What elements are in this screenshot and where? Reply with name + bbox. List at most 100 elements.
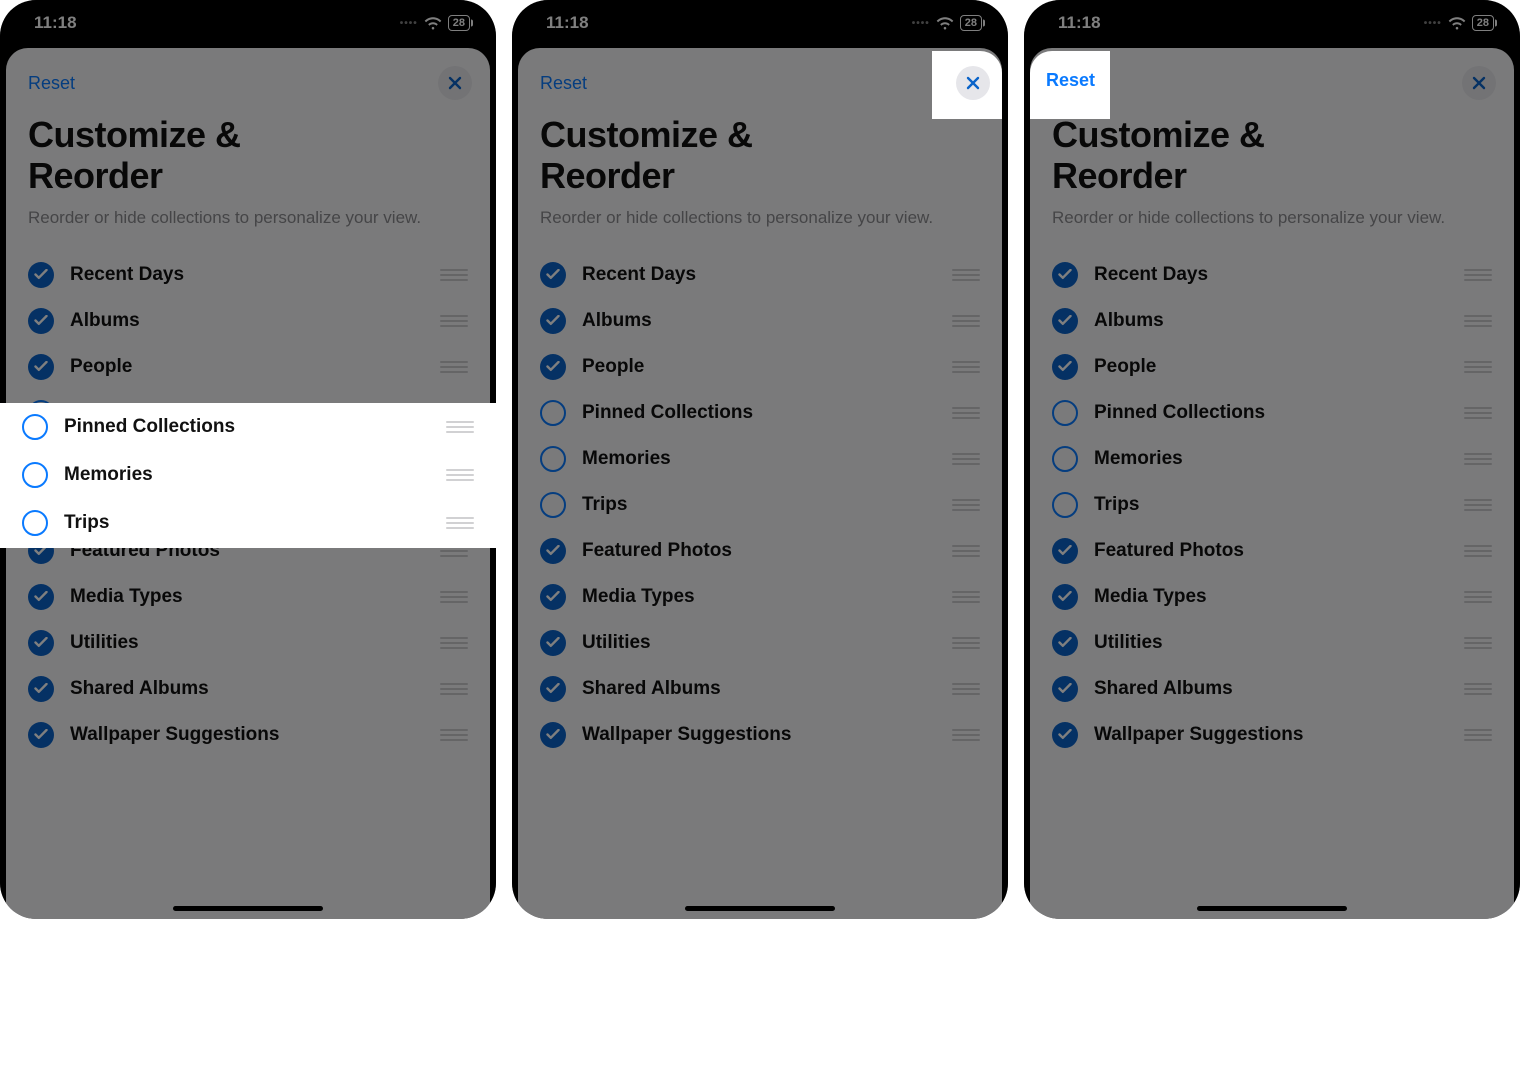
drag-handle-icon[interactable] xyxy=(440,361,468,373)
drag-handle-icon[interactable] xyxy=(952,683,980,695)
drag-handle-icon[interactable] xyxy=(952,545,980,557)
drag-handle-icon[interactable] xyxy=(440,269,468,281)
reset-button[interactable]: Reset xyxy=(28,73,75,94)
drag-handle-icon[interactable] xyxy=(440,683,468,695)
list-item[interactable]: Wallpaper Suggestions xyxy=(518,712,1002,758)
drag-handle-icon[interactable] xyxy=(952,453,980,465)
drag-handle-icon[interactable] xyxy=(1464,637,1492,649)
list-item[interactable]: Pinned Collections xyxy=(1030,390,1514,436)
list-item[interactable]: Wallpaper Suggestions xyxy=(1030,712,1514,758)
visibility-toggle[interactable] xyxy=(540,400,566,426)
list-item[interactable]: Media Types xyxy=(518,574,1002,620)
reset-button[interactable]: Reset xyxy=(540,73,587,94)
visibility-toggle[interactable] xyxy=(28,676,54,702)
drag-handle-icon[interactable] xyxy=(952,591,980,603)
drag-handle-icon[interactable] xyxy=(952,499,980,511)
visibility-toggle[interactable] xyxy=(28,354,54,380)
drag-handle-icon[interactable] xyxy=(952,269,980,281)
list-item[interactable]: Pinned Collections xyxy=(518,390,1002,436)
visibility-toggle[interactable] xyxy=(1052,492,1078,518)
list-item[interactable]: Media Types xyxy=(1030,574,1514,620)
visibility-toggle[interactable] xyxy=(540,584,566,610)
list-item[interactable]: Trips xyxy=(1030,482,1514,528)
visibility-toggle[interactable] xyxy=(28,262,54,288)
drag-handle-icon[interactable] xyxy=(1464,499,1492,511)
list-item[interactable]: Utilities xyxy=(518,620,1002,666)
list-item[interactable]: Shared Albums xyxy=(6,666,490,712)
drag-handle-icon[interactable] xyxy=(1464,453,1492,465)
drag-handle-icon[interactable] xyxy=(952,361,980,373)
list-item[interactable]: Featured Photos xyxy=(518,528,1002,574)
visibility-toggle[interactable] xyxy=(28,446,54,472)
list-item[interactable]: Utilities xyxy=(6,620,490,666)
list-item[interactable]: People xyxy=(1030,344,1514,390)
visibility-toggle[interactable] xyxy=(540,308,566,334)
visibility-toggle[interactable] xyxy=(1052,538,1078,564)
drag-handle-icon[interactable] xyxy=(952,407,980,419)
list-item[interactable]: Utilities xyxy=(1030,620,1514,666)
drag-handle-icon[interactable] xyxy=(1464,407,1492,419)
list-item[interactable]: Trips xyxy=(6,482,490,528)
drag-handle-icon[interactable] xyxy=(440,729,468,741)
drag-handle-icon[interactable] xyxy=(1464,361,1492,373)
list-item[interactable]: Memories xyxy=(6,436,490,482)
drag-handle-icon[interactable] xyxy=(1464,683,1492,695)
list-item[interactable]: Memories xyxy=(518,436,1002,482)
visibility-toggle[interactable] xyxy=(28,538,54,564)
visibility-toggle[interactable] xyxy=(1052,584,1078,610)
list-item[interactable]: Featured Photos xyxy=(1030,528,1514,574)
drag-handle-icon[interactable] xyxy=(440,315,468,327)
close-button[interactable] xyxy=(950,66,984,100)
list-item[interactable]: Albums xyxy=(6,298,490,344)
visibility-toggle[interactable] xyxy=(540,676,566,702)
visibility-toggle[interactable] xyxy=(28,400,54,426)
list-item[interactable]: Pinned Collections xyxy=(6,390,490,436)
list-item[interactable]: Shared Albums xyxy=(1030,666,1514,712)
drag-handle-icon[interactable] xyxy=(1464,269,1492,281)
list-item[interactable]: Shared Albums xyxy=(518,666,1002,712)
list-item[interactable]: Featured Photos xyxy=(6,528,490,574)
list-item[interactable]: Recent Days xyxy=(6,252,490,298)
close-button[interactable] xyxy=(1462,66,1496,100)
list-item[interactable]: Memories xyxy=(1030,436,1514,482)
visibility-toggle[interactable] xyxy=(28,722,54,748)
visibility-toggle[interactable] xyxy=(540,262,566,288)
visibility-toggle[interactable] xyxy=(540,538,566,564)
drag-handle-icon[interactable] xyxy=(952,315,980,327)
list-item[interactable]: Albums xyxy=(518,298,1002,344)
close-button[interactable] xyxy=(438,66,472,100)
visibility-toggle[interactable] xyxy=(28,308,54,334)
list-item[interactable]: Recent Days xyxy=(518,252,1002,298)
list-item[interactable]: Recent Days xyxy=(1030,252,1514,298)
visibility-toggle[interactable] xyxy=(28,492,54,518)
drag-handle-icon[interactable] xyxy=(440,453,468,465)
visibility-toggle[interactable] xyxy=(540,446,566,472)
drag-handle-icon[interactable] xyxy=(440,591,468,603)
drag-handle-icon[interactable] xyxy=(440,499,468,511)
drag-handle-icon[interactable] xyxy=(952,637,980,649)
list-item[interactable]: Media Types xyxy=(6,574,490,620)
visibility-toggle[interactable] xyxy=(28,584,54,610)
visibility-toggle[interactable] xyxy=(1052,630,1078,656)
visibility-toggle[interactable] xyxy=(1052,722,1078,748)
visibility-toggle[interactable] xyxy=(1052,354,1078,380)
visibility-toggle[interactable] xyxy=(540,492,566,518)
drag-handle-icon[interactable] xyxy=(440,637,468,649)
drag-handle-icon[interactable] xyxy=(440,545,468,557)
visibility-toggle[interactable] xyxy=(540,354,566,380)
list-item[interactable]: People xyxy=(6,344,490,390)
visibility-toggle[interactable] xyxy=(1052,446,1078,472)
visibility-toggle[interactable] xyxy=(1052,676,1078,702)
list-item[interactable]: Wallpaper Suggestions xyxy=(6,712,490,758)
drag-handle-icon[interactable] xyxy=(952,729,980,741)
visibility-toggle[interactable] xyxy=(540,630,566,656)
drag-handle-icon[interactable] xyxy=(1464,315,1492,327)
visibility-toggle[interactable] xyxy=(28,630,54,656)
visibility-toggle[interactable] xyxy=(1052,262,1078,288)
visibility-toggle[interactable] xyxy=(1052,308,1078,334)
reset-button[interactable]: Reset xyxy=(1052,73,1099,94)
visibility-toggle[interactable] xyxy=(1052,400,1078,426)
drag-handle-icon[interactable] xyxy=(1464,545,1492,557)
drag-handle-icon[interactable] xyxy=(1464,591,1492,603)
visibility-toggle[interactable] xyxy=(540,722,566,748)
